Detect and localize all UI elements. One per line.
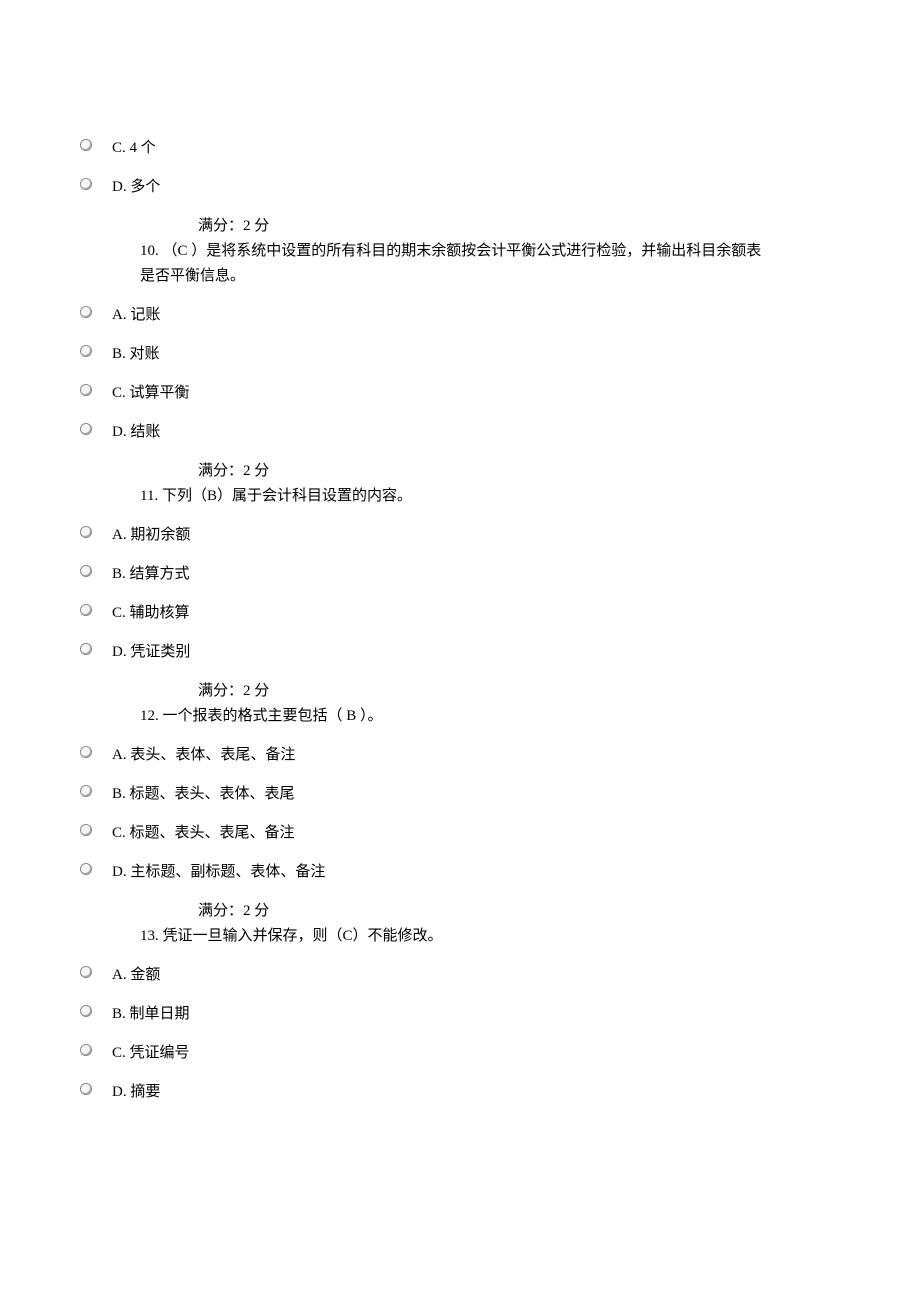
radio-icon[interactable] <box>80 423 92 435</box>
radio-icon[interactable] <box>80 1005 92 1017</box>
option-row: C. 4 个 <box>80 138 840 159</box>
option-text: B. 制单日期 <box>112 1004 190 1025</box>
option-row: D. 凭证类别 <box>80 642 840 663</box>
radio-icon[interactable] <box>80 178 92 190</box>
option-row: B. 制单日期 <box>80 1004 840 1025</box>
option-row: D. 多个 <box>80 177 840 198</box>
option-text: D. 主标题、副标题、表体、备注 <box>112 862 325 883</box>
option-text: B. 标题、表头、表体、表尾 <box>112 784 295 805</box>
question-text: 10. （C ）是将系统中设置的所有科目的期末余额按会计平衡公式进行检验，并输出… <box>140 241 840 262</box>
option-row: B. 结算方式 <box>80 564 840 585</box>
radio-icon[interactable] <box>80 565 92 577</box>
option-text: A. 记账 <box>112 305 160 326</box>
option-row: C. 凭证编号 <box>80 1043 840 1064</box>
question-text: 11. 下列（B）属于会计科目设置的内容。 <box>140 486 840 507</box>
score-line: 满分：2 分 <box>198 216 840 237</box>
radio-icon[interactable] <box>80 526 92 538</box>
option-text: C. 4 个 <box>112 138 156 159</box>
option-row: D. 主标题、副标题、表体、备注 <box>80 862 840 883</box>
option-text: D. 结账 <box>112 422 160 443</box>
score-line: 满分：2 分 <box>198 681 840 702</box>
option-row: B. 对账 <box>80 344 840 365</box>
option-text: A. 金额 <box>112 965 160 986</box>
option-text: C. 凭证编号 <box>112 1043 190 1064</box>
option-text: A. 期初余额 <box>112 525 190 546</box>
option-row: A. 期初余额 <box>80 525 840 546</box>
radio-icon[interactable] <box>80 604 92 616</box>
option-text: D. 摘要 <box>112 1082 160 1103</box>
option-text: C. 试算平衡 <box>112 383 190 404</box>
radio-icon[interactable] <box>80 746 92 758</box>
radio-icon[interactable] <box>80 785 92 797</box>
radio-icon[interactable] <box>80 643 92 655</box>
question-text: 13. 凭证一旦输入并保存，则（C）不能修改。 <box>140 926 840 947</box>
radio-icon[interactable] <box>80 1083 92 1095</box>
option-row: C. 辅助核算 <box>80 603 840 624</box>
option-row: C. 标题、表头、表尾、备注 <box>80 823 840 844</box>
option-row: C. 试算平衡 <box>80 383 840 404</box>
radio-icon[interactable] <box>80 824 92 836</box>
option-text: C. 辅助核算 <box>112 603 190 624</box>
radio-icon[interactable] <box>80 966 92 978</box>
option-text: D. 凭证类别 <box>112 642 190 663</box>
question-continue: 是否平衡信息。 <box>140 266 840 287</box>
option-row: B. 标题、表头、表体、表尾 <box>80 784 840 805</box>
option-row: A. 表头、表体、表尾、备注 <box>80 745 840 766</box>
option-row: A. 记账 <box>80 305 840 326</box>
option-row: A. 金额 <box>80 965 840 986</box>
option-text: C. 标题、表头、表尾、备注 <box>112 823 295 844</box>
option-text: B. 对账 <box>112 344 160 365</box>
radio-icon[interactable] <box>80 306 92 318</box>
option-row: D. 摘要 <box>80 1082 840 1103</box>
radio-icon[interactable] <box>80 139 92 151</box>
option-row: D. 结账 <box>80 422 840 443</box>
radio-icon[interactable] <box>80 384 92 396</box>
question-text: 12. 一个报表的格式主要包括（ B ）。 <box>140 706 840 727</box>
score-line: 满分：2 分 <box>198 901 840 922</box>
option-text: D. 多个 <box>112 177 160 198</box>
option-text: B. 结算方式 <box>112 564 190 585</box>
document-page: C. 4 个 D. 多个 满分：2 分 10. （C ）是将系统中设置的所有科目… <box>0 0 920 1181</box>
radio-icon[interactable] <box>80 863 92 875</box>
radio-icon[interactable] <box>80 1044 92 1056</box>
option-text: A. 表头、表体、表尾、备注 <box>112 745 295 766</box>
radio-icon[interactable] <box>80 345 92 357</box>
score-line: 满分：2 分 <box>198 461 840 482</box>
